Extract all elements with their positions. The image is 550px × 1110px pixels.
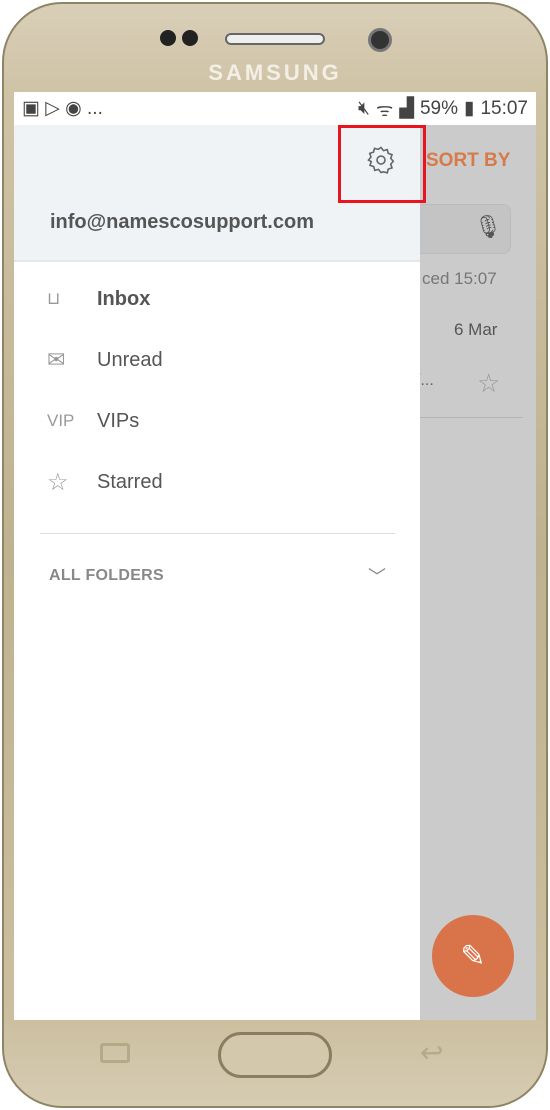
- battery-percent: 59%: [419, 97, 458, 119]
- screen: ▣ ▷ ◉ ... 🔇︎ ᯤ ▟ 59% ▮ 15:07 SORT BY 🎙︎ …: [14, 92, 536, 1020]
- drawer-item-vips[interactable]: VIP VIPs: [14, 396, 420, 446]
- clock: 15:07: [480, 97, 528, 119]
- compose-icon: ✎: [460, 939, 486, 973]
- back-button[interactable]: ↩: [420, 1036, 443, 1069]
- star-icon[interactable]: ☆: [477, 368, 500, 399]
- wifi-icon: ᯤ: [375, 99, 394, 121]
- email-date: 6 Mar: [454, 320, 498, 339]
- microphone-icon[interactable]: 🎙︎: [474, 214, 502, 240]
- home-button[interactable]: [218, 1032, 332, 1078]
- star-icon: ☆: [47, 468, 69, 496]
- compose-button[interactable]: ✎: [432, 915, 514, 997]
- account-email: info@namescosupport.com: [50, 211, 314, 233]
- all-folders-header[interactable]: ALL FOLDERS: [49, 567, 164, 585]
- more-notifications: ...: [87, 97, 103, 119]
- battery-icon: ▮: [463, 98, 475, 119]
- sensor-icon: [182, 30, 198, 46]
- sync-status: ced 15:07: [422, 269, 497, 288]
- recent-apps-button[interactable]: [100, 1043, 130, 1063]
- divider: [40, 533, 395, 534]
- chevron-down-icon[interactable]: ﹀: [368, 563, 386, 589]
- navigation-drawer: info@namescosupport.com ⊔ Inbox ✉︎ Unread …: [14, 125, 426, 1020]
- sort-by-button[interactable]: SORT BY: [426, 150, 510, 172]
- image-icon: ▣: [22, 98, 40, 119]
- drawer-item-unread[interactable]: ✉︎ Unread: [14, 335, 420, 385]
- envelope-icon: ✉︎: [47, 347, 66, 372]
- signal-icon: ▟: [399, 98, 414, 119]
- drawer-item-starred[interactable]: ☆ Starred: [14, 457, 420, 507]
- divider: [420, 417, 523, 418]
- drawer-item-inbox[interactable]: ⊔ Inbox: [14, 274, 420, 324]
- highlight-box: [338, 125, 426, 203]
- status-bar: ▣ ▷ ◉ ... 🔇︎ ᯤ ▟ 59% ▮ 15:07: [14, 92, 536, 125]
- sensor-icon: [160, 30, 176, 46]
- speaker-grille: [225, 33, 325, 45]
- front-camera-icon: [368, 28, 392, 52]
- play-store-icon: ▷: [45, 98, 60, 119]
- vip-icon: VIP: [47, 411, 75, 430]
- mute-icon: 🔇︎: [357, 97, 370, 119]
- notification-icon: ◉: [65, 98, 82, 119]
- drawer-header: info@namescosupport.com: [14, 125, 426, 262]
- brand-logo: SAMSUNG: [208, 60, 342, 85]
- inbox-icon: ⊔: [47, 289, 61, 308]
